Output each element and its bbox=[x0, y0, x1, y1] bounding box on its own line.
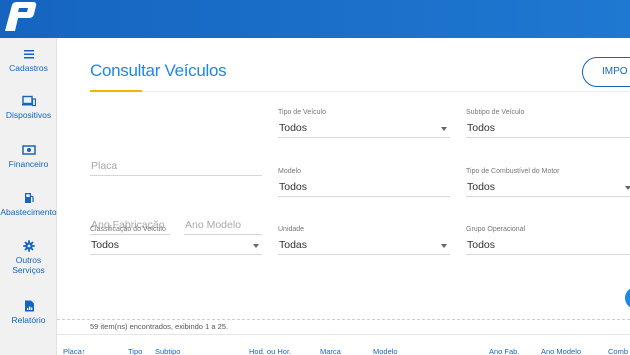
sidebar-item-label: Dispositivos bbox=[5, 110, 52, 120]
grupo-operacional-value: Todos bbox=[467, 239, 496, 251]
import-button[interactable]: IMPO bbox=[582, 57, 630, 87]
column-header-placa[interactable]: Placa↑ bbox=[63, 347, 86, 355]
modelo-value: Todos bbox=[279, 181, 308, 193]
results-summary: 59 item(ns) encontrados, exibindo 1 a 25… bbox=[90, 322, 228, 331]
classificacao-label: Classificação do Veículo bbox=[90, 226, 166, 233]
subtipo-veiculo-label: Subtipo de Veículo bbox=[466, 109, 525, 116]
chevron-down-icon bbox=[441, 127, 447, 131]
modelo-select[interactable]: Modelo Todos bbox=[278, 168, 450, 197]
devices-icon bbox=[21, 95, 36, 107]
top-bar bbox=[0, 0, 630, 38]
fuel-pump-icon bbox=[24, 193, 34, 203]
sidebar-item-abastecimento[interactable]: Abastecimento bbox=[0, 192, 57, 217]
divider bbox=[57, 334, 630, 335]
column-header-combustivel[interactable]: Comb bbox=[608, 347, 628, 355]
column-header-hodometro[interactable]: Hod. ou Hor. bbox=[249, 347, 291, 355]
brand-logo-icon[interactable] bbox=[2, 0, 38, 36]
tipo-veiculo-select[interactable]: Tipo de Veículo Todos bbox=[278, 109, 450, 138]
tipo-veiculo-value: Todos bbox=[279, 122, 308, 134]
grupo-operacional-label: Grupo Operacional bbox=[466, 226, 526, 233]
gear-icon bbox=[22, 240, 35, 252]
column-header-ano-modelo[interactable]: Ano Modelo bbox=[541, 347, 581, 355]
money-icon bbox=[21, 145, 36, 155]
chevron-down-icon bbox=[253, 244, 259, 248]
sidebar-item-label: Relatório bbox=[11, 315, 46, 325]
page-title: Consultar Veículos bbox=[90, 61, 227, 80]
title-underline bbox=[90, 90, 142, 92]
chevron-down-icon bbox=[625, 186, 630, 190]
column-header-modelo[interactable]: Modelo bbox=[373, 347, 398, 355]
tipo-combustivel-value: Todos bbox=[467, 181, 496, 193]
sidebar-item-label: Cadastros bbox=[9, 63, 48, 73]
column-header-marca[interactable]: Marca bbox=[320, 347, 341, 355]
unidade-select[interactable]: Unidade Todas bbox=[278, 226, 450, 255]
subtipo-veiculo-value: Todos bbox=[467, 122, 496, 134]
sidebar-item-dispositivos[interactable]: Dispositivos bbox=[0, 95, 57, 120]
sidebar: Cadastros Dispositivos Financeiro Abaste… bbox=[0, 38, 57, 355]
column-header-ano-fab[interactable]: Ano Fab. bbox=[489, 347, 519, 355]
divider bbox=[57, 319, 630, 320]
sidebar-item-label: Outros Serviços bbox=[12, 255, 45, 275]
unidade-label: Unidade bbox=[278, 226, 305, 233]
subtipo-veiculo-select[interactable]: Subtipo de Veículo Todos bbox=[466, 109, 630, 138]
grupo-operacional-select[interactable]: Grupo Operacional Todos bbox=[466, 226, 630, 255]
sidebar-item-cadastros[interactable]: Cadastros bbox=[0, 48, 57, 73]
placa-placeholder: Placa bbox=[91, 160, 118, 172]
modelo-label: Modelo bbox=[278, 168, 301, 175]
unidade-value: Todas bbox=[279, 239, 308, 251]
sidebar-item-label: Abastecimento bbox=[0, 207, 57, 217]
report-icon bbox=[24, 300, 34, 312]
tipo-veiculo-label: Tipo de Veículo bbox=[278, 109, 326, 116]
divider bbox=[90, 91, 630, 92]
sidebar-item-label: Financeiro bbox=[8, 159, 49, 169]
sidebar-item-relatorio[interactable]: Relatório bbox=[0, 300, 57, 325]
tipo-combustivel-label: Tipo de Combustível do Motor bbox=[466, 168, 560, 175]
sidebar-item-outros-servicos[interactable]: Outros Serviços bbox=[0, 240, 57, 275]
sidebar-item-financeiro[interactable]: Financeiro bbox=[0, 144, 57, 169]
search-fab-button[interactable] bbox=[625, 287, 630, 309]
column-header-tipo[interactable]: Tipo bbox=[128, 347, 142, 355]
chevron-down-icon bbox=[441, 244, 447, 248]
column-header-subtipo[interactable]: Subtipo bbox=[155, 347, 180, 355]
menu-icon bbox=[23, 50, 34, 59]
placa-input[interactable]: Placa bbox=[90, 150, 262, 176]
main-content: Consultar Veículos IMPO Placa Tipo de Ve… bbox=[57, 38, 630, 355]
classificacao-value: Todos bbox=[91, 239, 120, 251]
classificacao-select[interactable]: Classificação do Veículo Todos bbox=[90, 226, 262, 255]
tipo-combustivel-select[interactable]: Tipo de Combustível do Motor Todos bbox=[466, 168, 630, 197]
